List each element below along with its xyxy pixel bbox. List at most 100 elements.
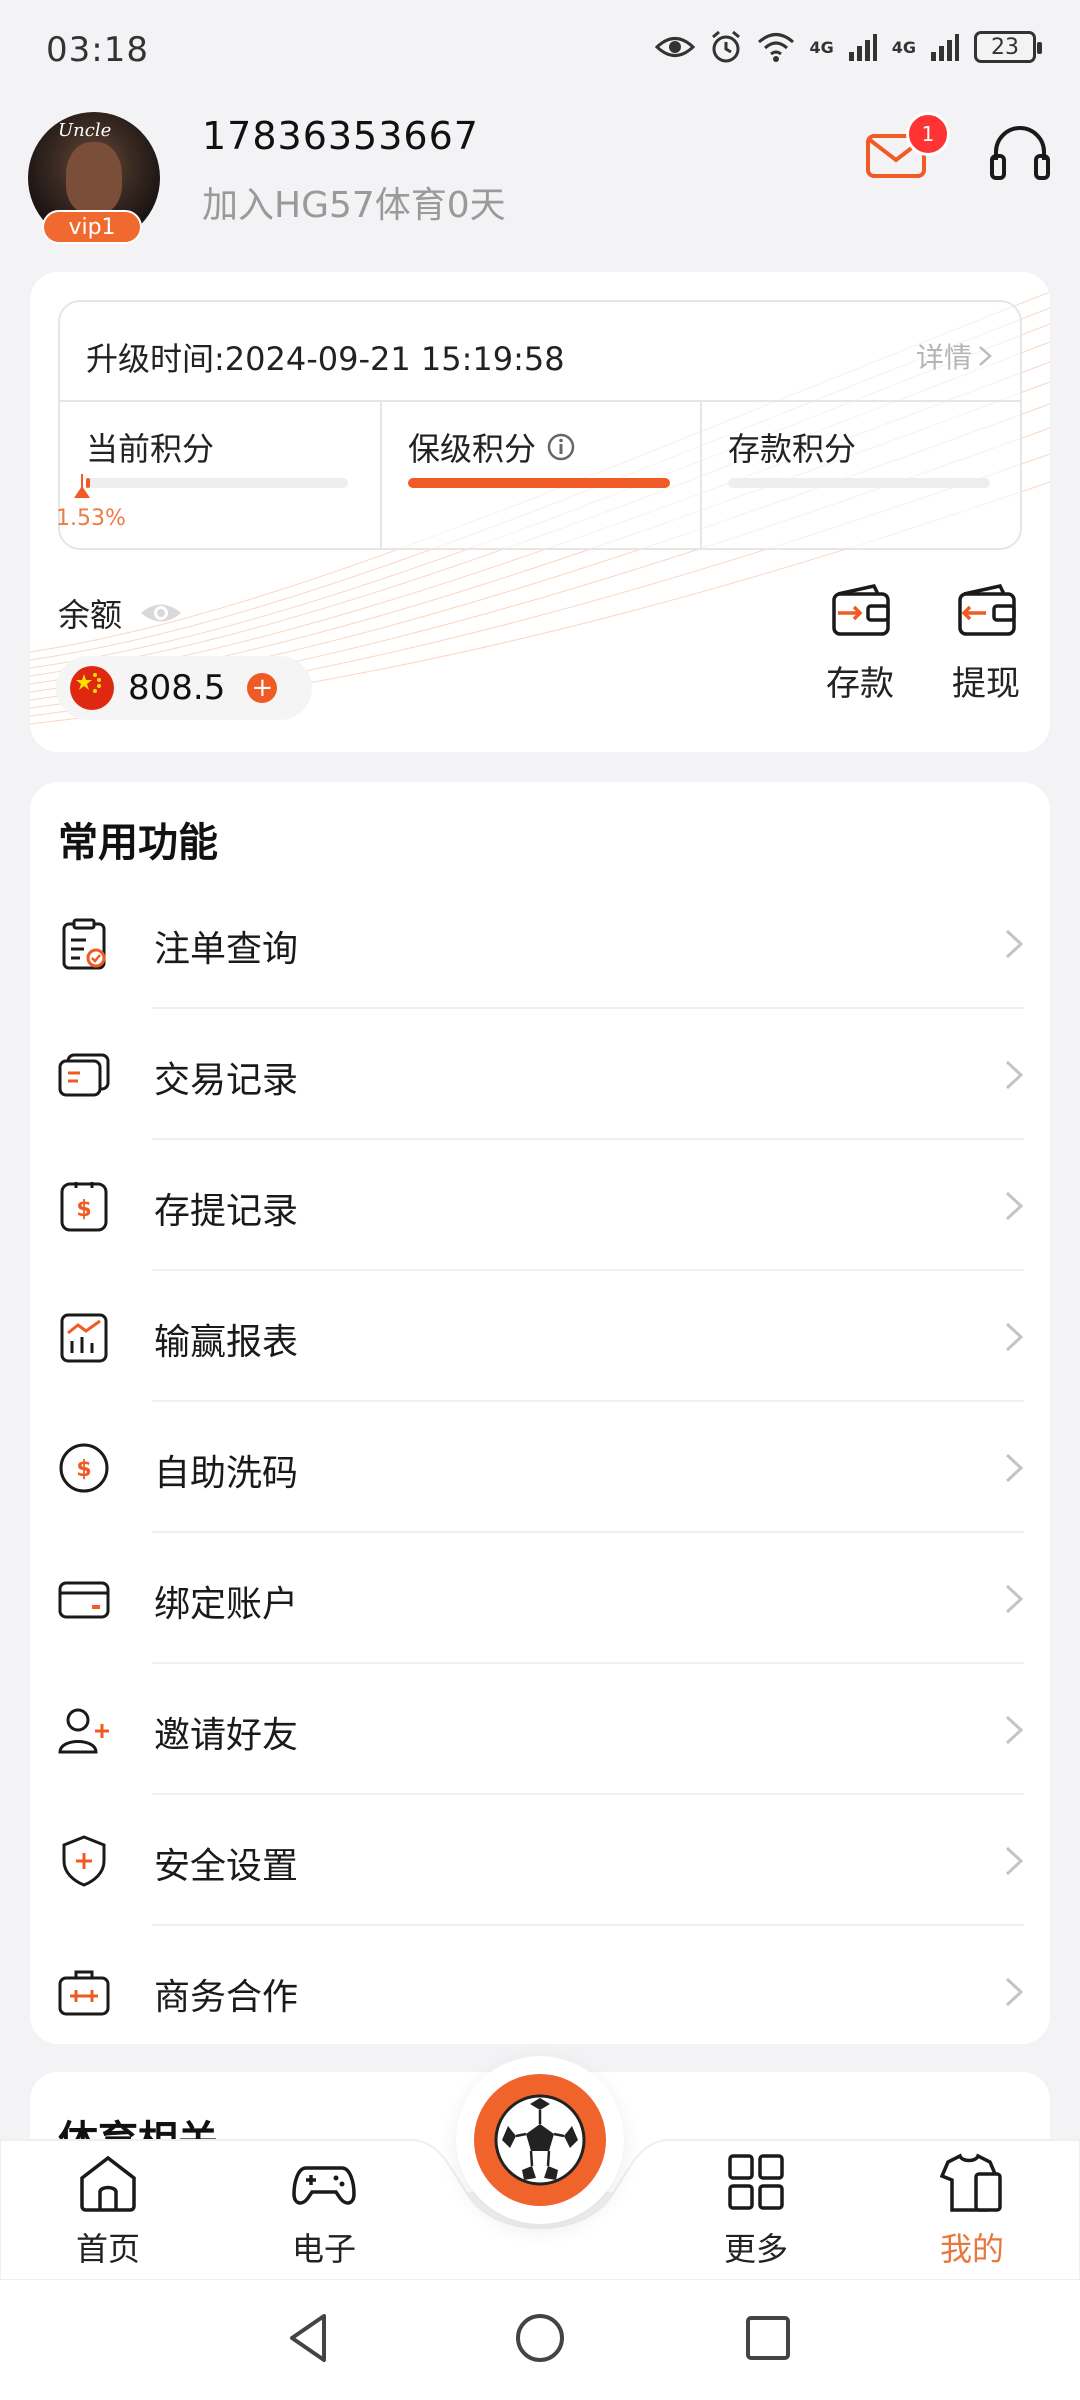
chevron-right-icon: [1005, 1322, 1024, 1352]
avatar-caption: Uncle: [58, 120, 112, 141]
withdraw-label: 提现: [952, 664, 1020, 704]
chevron-right-icon: [1005, 1453, 1024, 1483]
nav-more-label: 更多: [723, 2230, 788, 2268]
deposit-wallet-icon: [832, 584, 890, 636]
balance-pill: 808.5 +: [56, 656, 312, 720]
menu-item-transactions[interactable]: 交易记录: [30, 1009, 1050, 1140]
menu-item-label: 绑定账户: [154, 1584, 299, 1625]
join-days-text: 加入HG57体育0天: [202, 185, 506, 226]
chevron-right-icon: [979, 346, 992, 366]
svg-text:$: $: [76, 1457, 91, 1482]
eye-icon: [655, 37, 696, 57]
chevron-right-icon: [1005, 1715, 1024, 1745]
home-circle-icon[interactable]: [508, 2306, 572, 2370]
shield-plus-icon: [62, 1835, 106, 1887]
avatar-face: [66, 142, 122, 214]
menu-item-security-settings[interactable]: 安全设置: [30, 1795, 1050, 1926]
nav-home[interactable]: 首页: [28, 2152, 188, 2272]
nav-electronic[interactable]: 电子: [244, 2152, 404, 2272]
common-functions-card: 常用功能 注单查询 交易记录 $ 存提记录 输赢报表 $ 自助洗码 绑定账户 邀…: [30, 782, 1050, 2044]
dollar-card-icon: $: [60, 1182, 108, 1232]
menu-item-label: 商务合作: [154, 1977, 299, 2018]
center-circle: [474, 2074, 606, 2206]
add-funds-button[interactable]: +: [247, 673, 278, 703]
keep-level-points-fill: [408, 478, 670, 488]
menu-item-win-loss-report[interactable]: 输赢报表: [30, 1271, 1050, 1402]
deposit-points: 存款积分: [700, 402, 1020, 548]
chart-report-icon: [60, 1313, 108, 1363]
menu-item-invite-friends[interactable]: 邀请好友: [30, 1664, 1050, 1795]
menu-item-label: 邀请好友: [154, 1715, 299, 1756]
soccer-ball-icon: [494, 2094, 586, 2186]
upgrade-time: 升级时间:2024-09-21 15:19:58: [86, 340, 565, 378]
current-points-marker: [74, 486, 90, 498]
keep-level-points-label-row: 保级积分: [408, 424, 576, 470]
balance-amount: 808.5: [128, 668, 226, 708]
current-points-label: 当前积分: [86, 430, 215, 468]
unread-badge: 1: [906, 112, 950, 156]
keep-level-points: 保级积分: [380, 402, 700, 548]
nav-more[interactable]: 更多: [676, 2152, 836, 2272]
nav-mine-label: 我的: [939, 2230, 1004, 2268]
credit-card-icon: [58, 1581, 110, 1619]
china-flag-icon: [70, 666, 114, 710]
nav-mine[interactable]: 我的: [892, 2152, 1052, 2272]
gamepad-icon: [292, 2166, 356, 2205]
menu-item-label: 注单查询: [154, 929, 299, 970]
chevron-right-icon: [1005, 929, 1024, 959]
chevron-right-icon: [1005, 1191, 1024, 1221]
menu-item-deposit-withdraw-records[interactable]: $ 存提记录: [30, 1140, 1050, 1271]
current-points: 当前积分 1.53%: [56, 402, 380, 548]
customer-service-button[interactable]: [988, 122, 1052, 188]
balance-label: 余额: [58, 596, 123, 634]
menu-item-label: 安全设置: [154, 1846, 299, 1887]
recents-icon[interactable]: [736, 2306, 800, 2370]
headset-icon: [990, 126, 1050, 180]
deposit-button[interactable]: 存款: [810, 584, 910, 704]
account-card: 升级时间:2024-09-21 15:19:58 详情 当前积分 1.53% 保…: [30, 272, 1050, 752]
chevron-right-icon: [1005, 1584, 1024, 1614]
chevron-right-icon: [1005, 1977, 1024, 2007]
user-phone: 17836353667: [202, 114, 479, 158]
deposit-points-label: 存款积分: [728, 430, 857, 468]
deposit-points-track: [728, 478, 990, 488]
system-nav-bar: [0, 2280, 1080, 2400]
upgrade-row: 升级时间:2024-09-21 15:19:58 详情: [60, 302, 1020, 402]
svg-text:$: $: [76, 1197, 91, 1222]
back-icon[interactable]: [278, 2306, 342, 2370]
battery-icon: 23: [974, 31, 1042, 63]
detail-link-label: 详情: [915, 341, 972, 374]
detail-link[interactable]: 详情: [916, 336, 992, 376]
menu-item-self-rebate[interactable]: $ 自助洗码: [30, 1402, 1050, 1533]
common-functions-title: 常用功能: [58, 820, 218, 866]
menu-item-label: 交易记录: [154, 1060, 299, 1101]
balance-label-row: 余额: [58, 590, 184, 636]
home-icon: [80, 2155, 136, 2212]
withdraw-button[interactable]: 提现: [936, 584, 1036, 704]
add-user-icon: [58, 1708, 109, 1754]
menu-item-bind-account[interactable]: 绑定账户: [30, 1533, 1050, 1664]
vip-badge: vip1: [42, 210, 142, 244]
chevron-right-icon: [1005, 1846, 1024, 1876]
battery-level: 23: [991, 34, 1019, 60]
grid-icon: [728, 2154, 784, 2210]
signal-icon-2: [931, 34, 959, 61]
status-bar: 03:18 4G 4G 23: [0, 0, 1080, 100]
keep-level-points-label: 保级积分: [408, 430, 537, 468]
keep-level-points-track: [408, 478, 670, 488]
menu-item-bet-query[interactable]: 注单查询: [30, 878, 1050, 1009]
info-icon[interactable]: [546, 432, 576, 462]
cards-icon: [58, 1053, 110, 1097]
status-icons: 4G 4G 23: [655, 30, 1042, 64]
withdraw-wallet-icon: [958, 584, 1016, 636]
briefcase-icon: [58, 1970, 110, 2016]
alarm-icon: [712, 30, 741, 63]
menu-item-label: 存提记录: [154, 1191, 299, 1232]
points-box: 升级时间:2024-09-21 15:19:58 详情 当前积分 1.53% 保…: [56, 300, 1022, 550]
menu-item-label: 自助洗码: [154, 1453, 299, 1494]
sports-center-button[interactable]: [456, 2056, 624, 2224]
menu-item-business-cooperation[interactable]: 商务合作: [30, 1926, 1050, 2057]
nav-home-label: 首页: [75, 2230, 140, 2268]
network-type-2: 4G: [891, 37, 916, 57]
eye-toggle-icon[interactable]: [138, 598, 184, 628]
